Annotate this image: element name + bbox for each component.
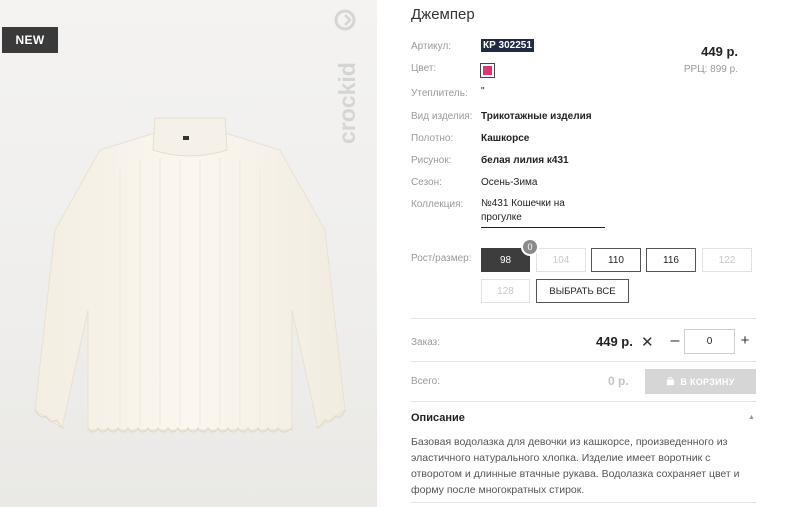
insulation-label: Утеплитель: (411, 88, 468, 99)
product-photo[interactable]: NEW crockid (0, 0, 377, 507)
divider (411, 401, 756, 402)
article-label: Артикул: (411, 41, 452, 52)
decrease-quantity-button[interactable]: – (668, 332, 682, 350)
description-title[interactable]: Описание (411, 412, 465, 424)
select-all-sizes-button[interactable]: ВЫБРАТЬ ВСЕ (536, 279, 629, 303)
sweater-image (34, 117, 346, 433)
recommended-price: РРЦ: 899 р. (683, 64, 738, 75)
increase-quantity-button[interactable]: + (738, 332, 752, 349)
season-label: Сезон: (411, 177, 442, 188)
type-value: Трикотажные изделия (481, 111, 592, 122)
add-to-cart-label: В КОРЗИНУ (680, 376, 735, 387)
fabric-value: Кашкорсе (481, 133, 530, 144)
season-value: Осень-Зима (481, 177, 538, 188)
size-label: Рост/размер: (411, 253, 472, 264)
new-badge: NEW (2, 27, 58, 53)
product-title: Джемпер (411, 6, 475, 23)
order-label: Заказ: (411, 337, 441, 348)
size-option-122[interactable]: 122 (702, 248, 752, 272)
divider (411, 361, 756, 362)
color-swatch[interactable] (480, 63, 495, 78)
print-value: белая лилия к431 (481, 155, 569, 166)
size-option-110[interactable]: 110 (591, 248, 641, 272)
size-option-128[interactable]: 128 (481, 279, 530, 303)
quantity-input[interactable] (684, 329, 735, 354)
chevron-up-icon[interactable]: ▲ (748, 414, 755, 421)
cart-icon (667, 377, 675, 386)
fabric-label: Полотно: (411, 133, 454, 144)
divider (411, 502, 756, 503)
add-to-cart-button[interactable]: В КОРЗИНУ (645, 369, 756, 394)
divider (411, 318, 756, 319)
close-icon: ✕ (641, 334, 654, 351)
color-swatch-fill (483, 66, 492, 75)
size-count-badge: 0 (521, 238, 539, 256)
total-price: 0 р. (608, 374, 629, 388)
product-price: 449 р. (701, 44, 738, 59)
size-option-104[interactable]: 104 (536, 248, 586, 272)
article-value: КР 302251 (481, 39, 534, 52)
collection-link[interactable]: №431 Кошечки на прогулке (481, 197, 605, 228)
total-label: Всего: (411, 376, 440, 387)
size-option-116[interactable]: 116 (646, 248, 696, 272)
color-label: Цвет: (411, 63, 437, 74)
insulation-value: " (481, 86, 485, 97)
print-label: Рисунок: (411, 155, 452, 166)
order-price: 449 р. (596, 334, 633, 349)
collection-label: Коллекция: (411, 199, 464, 210)
description-text: Базовая водолазка для девочки из кашкорс… (411, 436, 740, 496)
type-label: Вид изделия: (411, 111, 473, 122)
